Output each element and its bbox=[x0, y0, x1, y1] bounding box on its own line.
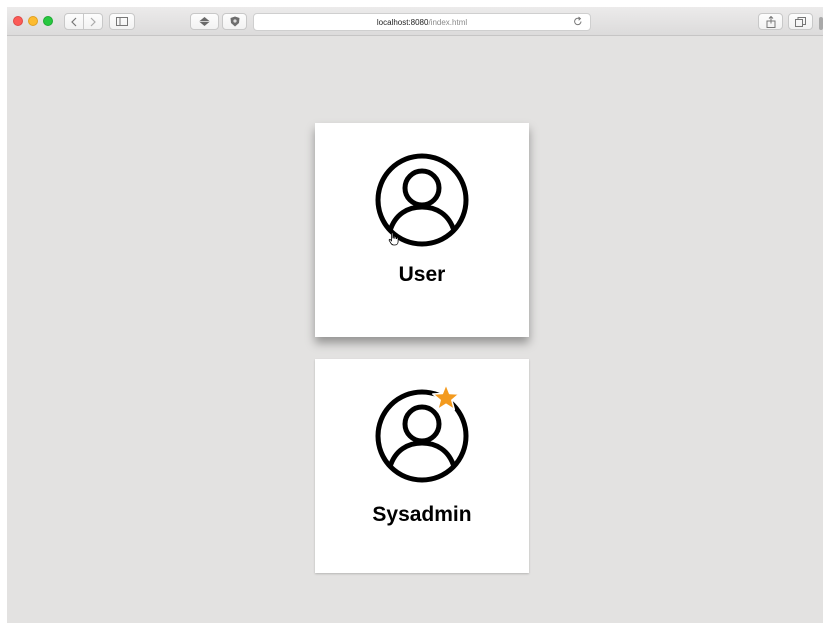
sidebar-button[interactable] bbox=[109, 13, 135, 30]
minimize-window-button[interactable] bbox=[28, 16, 38, 26]
user-card[interactable]: User bbox=[315, 123, 529, 337]
back-button[interactable] bbox=[64, 13, 84, 30]
chevron-left-icon bbox=[71, 17, 77, 26]
sysadmin-card-label: Sysadmin bbox=[372, 503, 472, 526]
extension-icon bbox=[199, 17, 210, 26]
tabs-icon bbox=[795, 16, 806, 27]
share-button[interactable] bbox=[758, 13, 783, 30]
extension-button[interactable] bbox=[190, 13, 219, 30]
url-path: /index.html bbox=[428, 17, 468, 27]
shield-icon bbox=[230, 16, 239, 27]
reload-icon bbox=[574, 16, 582, 26]
zoom-window-button[interactable] bbox=[43, 16, 53, 26]
browser-toolbar: localhost:8080/index.html bbox=[7, 7, 823, 36]
star-icon bbox=[432, 383, 460, 411]
close-window-button[interactable] bbox=[13, 16, 23, 26]
sysadmin-card[interactable]: Sysadmin bbox=[315, 359, 529, 573]
url-host: localhost:8080 bbox=[376, 17, 429, 27]
share-icon bbox=[766, 15, 775, 28]
ublock-button[interactable] bbox=[222, 13, 247, 30]
hand-pointer-icon bbox=[388, 232, 399, 246]
address-bar[interactable]: localhost:8080/index.html bbox=[253, 13, 591, 31]
forward-button[interactable] bbox=[84, 13, 103, 30]
chevron-right-icon bbox=[90, 17, 96, 26]
browser-window: localhost:8080/index.html User Sysadmin bbox=[7, 7, 823, 623]
tabs-button[interactable] bbox=[788, 13, 813, 30]
navigation-buttons bbox=[64, 13, 103, 30]
user-card-label: User bbox=[398, 263, 446, 286]
reload-button[interactable] bbox=[573, 16, 583, 30]
sidebar-icon bbox=[116, 17, 128, 26]
scrollbar[interactable] bbox=[819, 17, 823, 30]
